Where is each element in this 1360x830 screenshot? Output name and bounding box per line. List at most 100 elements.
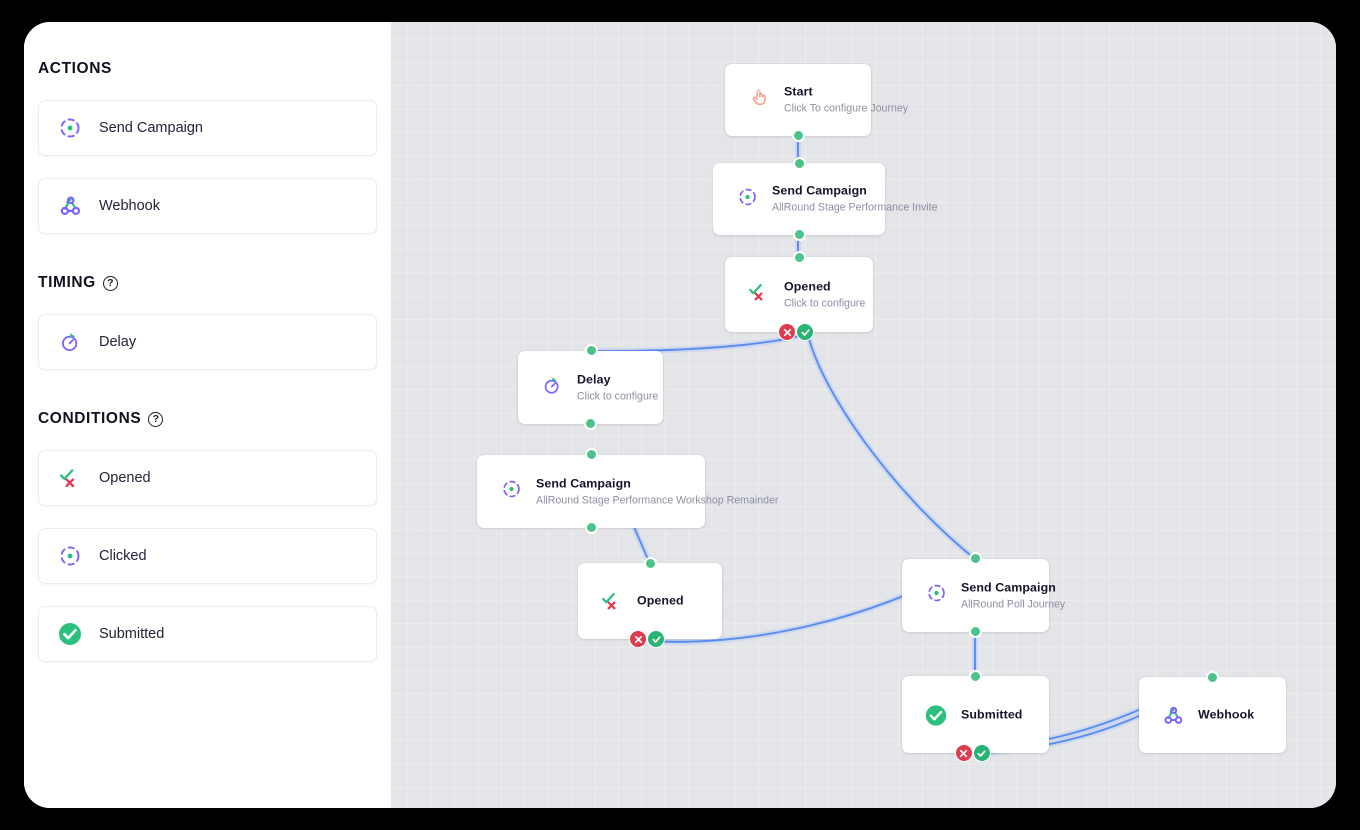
connector-dot-dot-poll-in[interactable] xyxy=(968,551,982,565)
palette-item-delay[interactable]: Delay xyxy=(38,314,377,370)
node-handle-target[interactable] xyxy=(792,157,806,170)
check-x-icon xyxy=(747,280,771,304)
connector-dot-dot-delay-in[interactable] xyxy=(584,343,598,357)
click-hand-icon xyxy=(747,86,771,110)
flow-node-subtitle: Click to configure xyxy=(577,390,659,402)
node-handle-source[interactable] xyxy=(792,228,806,241)
palette-item-label: Clicked xyxy=(99,548,147,564)
webhook-icon xyxy=(57,193,83,219)
flow-node-title: Start xyxy=(784,84,813,99)
flow-node-opened-2[interactable]: Opened xyxy=(578,557,722,648)
flow-node-content: Send Campaign AllRound Stage Performance … xyxy=(735,184,937,215)
section-title-timing: TIMING xyxy=(38,274,96,291)
flow-node-content: Delay Click to configure xyxy=(540,372,658,403)
flow-node-opened-1[interactable]: Opened Click to configure xyxy=(725,251,873,341)
branch-handle-no[interactable] xyxy=(954,744,973,762)
send-campaign-icon xyxy=(735,185,759,209)
flow-node-content: Start Click To configure Journey xyxy=(747,85,908,116)
flow-node-subtitle: AllRound Stage Performance Workshop Rema… xyxy=(536,494,779,506)
send-campaign-icon xyxy=(57,543,83,569)
flow-node-content: Webhook xyxy=(1161,703,1274,728)
flow-node-content: Opened Click to configure xyxy=(747,279,865,310)
flow-node-title: Send Campaign xyxy=(961,580,1056,594)
flow-node-content: Submitted xyxy=(924,702,1037,727)
check-x-icon xyxy=(600,590,624,614)
flow-node-text: Submitted xyxy=(961,707,1022,722)
node-handle-source[interactable] xyxy=(791,129,805,142)
flow-node-title: Opened xyxy=(637,593,684,608)
branch-handle-no[interactable] xyxy=(778,323,796,341)
flow-node-subtitle: AllRound Stage Performance Invite xyxy=(772,201,938,214)
branch-handle-yes[interactable] xyxy=(647,630,665,648)
help-icon-timing[interactable]: ? xyxy=(102,275,118,291)
section-header-conditions: CONDITIONS ? xyxy=(38,410,377,428)
palette-item-label: Submitted xyxy=(99,626,165,642)
branch-handle-yes[interactable] xyxy=(972,744,991,762)
node-handle-source[interactable] xyxy=(969,625,982,638)
node-palette-sidebar: ACTIONS Send Campaign Webhook TIMING ? D… xyxy=(24,22,392,808)
node-handle-source[interactable] xyxy=(584,521,598,534)
flow-node-subtitle: AllRound Poll Journey xyxy=(961,598,1066,610)
branch-handle-yes[interactable] xyxy=(796,323,814,341)
palette-item-webhook[interactable]: Webhook xyxy=(38,178,377,234)
flow-node-title: Opened xyxy=(784,279,831,293)
flow-node-text: Webhook xyxy=(1198,708,1254,723)
palette-item-clicked[interactable]: Clicked xyxy=(38,528,377,584)
flow-node-webhook[interactable]: Webhook xyxy=(1139,671,1286,753)
palette-item-send-campaign[interactable]: Send Campaign xyxy=(38,100,377,156)
flow-node-subtitle: Click To configure Journey xyxy=(784,102,909,115)
node-handle-source[interactable] xyxy=(584,417,597,430)
send-campaign-icon xyxy=(499,477,523,501)
check-x-icon xyxy=(57,465,83,491)
flow-node-text: Start Click To configure Journey xyxy=(784,85,908,116)
flow-node-text: Send Campaign AllRound Stage Performance … xyxy=(536,476,778,507)
section-title-actions: ACTIONS xyxy=(38,60,112,77)
check-circle-icon xyxy=(57,621,83,647)
connector-dot-dot-webhook-in[interactable] xyxy=(1205,670,1219,684)
flow-node-title: Webhook xyxy=(1198,707,1255,722)
send-campaign-icon xyxy=(924,581,948,605)
stopwatch-icon xyxy=(540,373,564,397)
palette-item-label: Opened xyxy=(99,470,151,486)
palette-item-opened[interactable]: Opened xyxy=(38,450,377,506)
help-icon-conditions[interactable]: ? xyxy=(148,411,164,427)
section-header-timing: TIMING ? xyxy=(38,274,377,292)
flow-node-submitted[interactable]: Submitted xyxy=(902,670,1049,762)
section-header-actions: ACTIONS xyxy=(38,60,377,78)
flow-node-title: Send Campaign xyxy=(772,183,867,198)
flow-node-content: Opened xyxy=(600,589,710,614)
flow-node-delay[interactable]: Delay Click to configure xyxy=(518,345,663,430)
flow-node-send-campaign-workshop[interactable]: Send Campaign AllRound Stage Performance … xyxy=(477,449,778,534)
palette-item-label: Send Campaign xyxy=(99,120,203,136)
webhook-icon xyxy=(1161,704,1185,728)
flow-node-title: Send Campaign xyxy=(536,476,631,490)
section-title-conditions: CONDITIONS xyxy=(38,410,142,427)
node-handle-target[interactable] xyxy=(969,670,982,683)
flow-node-send-campaign-invite[interactable]: Send Campaign AllRound Stage Performance … xyxy=(713,157,937,241)
screenshot-root: ACTIONS Send Campaign Webhook TIMING ? D… xyxy=(0,0,1360,830)
flow-node-text: Send Campaign AllRound Stage Performance … xyxy=(772,184,937,215)
flow-node-text: Opened xyxy=(637,594,684,609)
send-campaign-icon xyxy=(57,115,83,141)
flow-node-title: Submitted xyxy=(961,707,1023,721)
connector-dot-dot-sc2-in[interactable] xyxy=(584,447,598,461)
flow-node-subtitle: Click to configure xyxy=(784,297,866,309)
connector-dot-dot-opened2-in[interactable] xyxy=(643,556,657,570)
flow-node-text: Delay Click to configure xyxy=(577,372,658,403)
flow-node-text: Opened Click to configure xyxy=(784,279,865,310)
journey-flow-canvas[interactable]: Start Click To configure Journey Send Cam… xyxy=(392,22,1336,808)
check-circle-icon xyxy=(924,703,948,727)
flow-node-content: Send Campaign AllRound Poll Journey xyxy=(924,580,1065,611)
palette-item-submitted[interactable]: Submitted xyxy=(38,606,377,662)
flow-node-title: Delay xyxy=(577,372,611,386)
flow-node-start[interactable]: Start Click To configure Journey xyxy=(725,64,908,142)
app-shell: ACTIONS Send Campaign Webhook TIMING ? D… xyxy=(24,22,1336,808)
stopwatch-icon xyxy=(57,329,83,355)
flow-node-send-campaign-poll[interactable]: Send Campaign AllRound Poll Journey xyxy=(902,553,1065,638)
node-handle-target[interactable] xyxy=(792,251,806,264)
palette-item-label: Delay xyxy=(99,334,137,350)
palette-item-label: Webhook xyxy=(99,198,160,214)
branch-handle-no[interactable] xyxy=(629,630,647,648)
